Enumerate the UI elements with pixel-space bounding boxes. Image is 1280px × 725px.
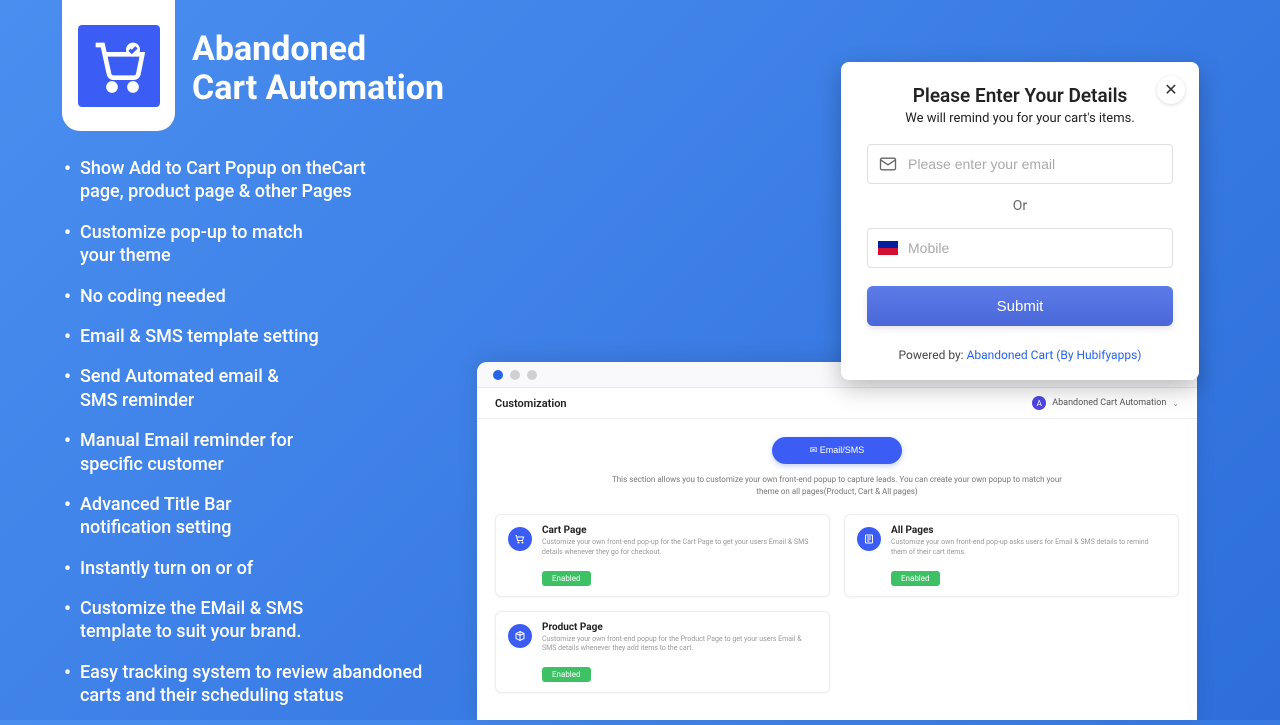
title-line1: Abandoned [192, 29, 366, 69]
feature-item: Easy tracking system to review abandoned… [68, 661, 458, 708]
account-name: Abandoned Cart Automation [1052, 398, 1166, 408]
chevron-down-icon: ⌄ [1172, 399, 1179, 408]
logo-card [62, 0, 175, 131]
mobile-input[interactable] [908, 240, 1162, 256]
cards-grid: Cart Page Customize your own front‑end p… [495, 514, 1179, 693]
modal-title: Please Enter Your Details [867, 84, 1173, 107]
avatar-icon: A [1032, 396, 1046, 410]
submit-button[interactable]: Submit [867, 286, 1173, 326]
cart-icon [508, 527, 532, 551]
feature-item: Customize the EMail & SMS template to su… [68, 597, 328, 644]
or-divider: Or [867, 198, 1173, 214]
window-dot-icon [493, 370, 503, 380]
page-title: Abandoned Cart Automation [192, 30, 444, 108]
section-description: This section allows you to customize you… [604, 474, 1069, 498]
cart-logo-icon [78, 25, 160, 107]
enabled-badge: Enabled [891, 571, 940, 586]
powered-by: Powered by: Abandoned Cart (By Hubifyapp… [867, 348, 1173, 362]
window-dot-icon [527, 370, 537, 380]
title-line2: Cart Automation [192, 68, 444, 108]
window-dot-icon [510, 370, 520, 380]
feature-item: Show Add to Cart Popup on theCart page, … [68, 157, 398, 204]
email-field-wrap [867, 144, 1173, 184]
feature-item: Customize pop-up to match your theme [68, 221, 328, 268]
product-icon [508, 624, 532, 648]
feature-item: Send Automated email & SMS reminder [68, 365, 298, 412]
modal-subtitle: We will remind you for your cart's items… [867, 111, 1173, 126]
close-button[interactable]: ✕ [1157, 76, 1185, 104]
pages-icon [857, 527, 881, 551]
card-desc: Customize your own front‑end popup for t… [542, 635, 817, 655]
card-desc: Customize your own front‑end pop‑up for … [542, 538, 817, 558]
powered-by-link[interactable]: Abandoned Cart (By Hubifyapps) [967, 348, 1142, 362]
email-icon [878, 154, 898, 174]
mobile-field-wrap [867, 228, 1173, 268]
app-header: Customization A Abandoned Cart Automatio… [477, 388, 1197, 419]
card-desc: Customize your own front‑end pop‑up asks… [891, 538, 1166, 558]
details-modal: ✕ Please Enter Your Details We will remi… [841, 62, 1199, 380]
card-all-pages[interactable]: All Pages Customize your own front‑end p… [844, 514, 1179, 597]
close-icon: ✕ [1164, 80, 1177, 100]
account-menu[interactable]: A Abandoned Cart Automation ⌄ [1032, 396, 1179, 410]
browser-window: Customization A Abandoned Cart Automatio… [477, 362, 1197, 720]
card-title: All Pages [891, 525, 1166, 536]
enabled-badge: Enabled [542, 667, 591, 682]
enabled-badge: Enabled [542, 571, 591, 586]
feature-list: Show Add to Cart Popup on theCart page, … [68, 157, 468, 725]
card-cart-page[interactable]: Cart Page Customize your own front‑end p… [495, 514, 830, 597]
app-section-title: Customization [495, 397, 567, 410]
feature-item: Email & SMS template setting [68, 325, 468, 348]
email-input[interactable] [908, 156, 1162, 172]
email-sms-pill[interactable]: ✉ Email/SMS [772, 437, 902, 464]
card-product-page[interactable]: Product Page Customize your own front‑en… [495, 611, 830, 694]
card-title: Cart Page [542, 525, 817, 536]
feature-item: No coding needed [68, 285, 468, 308]
card-title: Product Page [542, 622, 817, 633]
feature-item: Instantly turn on or of [68, 557, 468, 580]
feature-item: Advanced Title Bar notification setting [68, 493, 268, 540]
flag-icon [878, 241, 898, 255]
feature-item: Manual Email reminder for specific custo… [68, 429, 318, 476]
powered-by-prefix: Powered by: [899, 348, 967, 362]
app-body: ✉ Email/SMS This section allows you to c… [477, 419, 1197, 705]
